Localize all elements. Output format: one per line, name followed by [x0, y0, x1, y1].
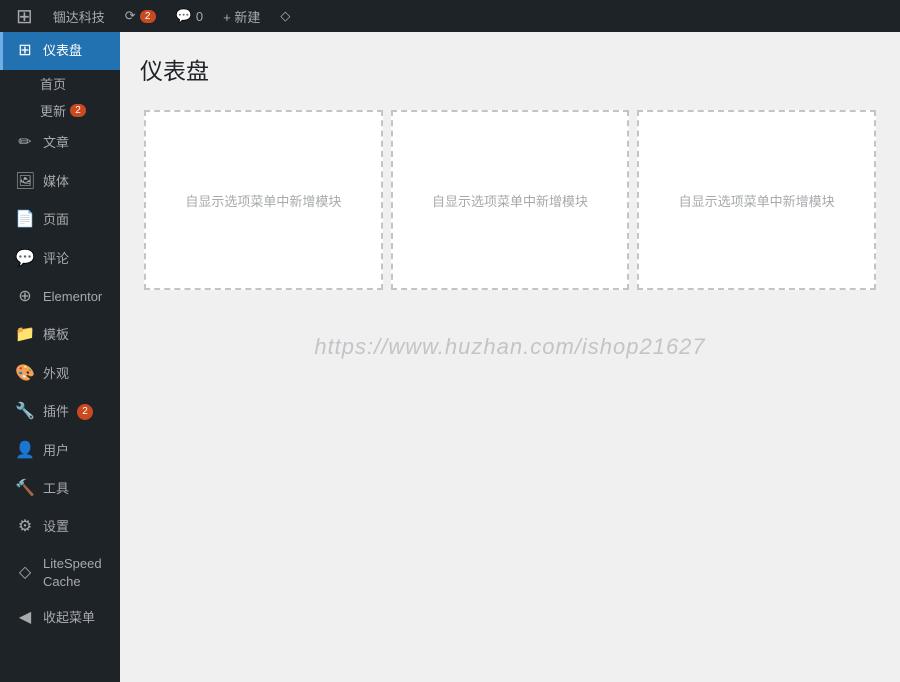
widget-column-3: 自显示选项菜单中新增模块: [633, 106, 880, 294]
new-content-label: + 新建: [223, 7, 260, 26]
sidebar-item-settings[interactable]: ⚙ 设置: [0, 508, 120, 546]
widgets-container: 自显示选项菜单中新增模块 自显示选项菜单中新增模块 自显示选项菜单中新增模块: [140, 106, 880, 294]
sidebar-item-collapse-label: 收起菜单: [43, 609, 95, 627]
sidebar-item-templates-label: 模板: [43, 326, 69, 344]
widget-column-1: 自显示选项菜单中新增模块: [140, 106, 387, 294]
updates-sub-badge: 2: [70, 104, 86, 117]
wp-logo-icon: ⊞: [16, 4, 33, 29]
appearance-icon: 🎨: [15, 363, 35, 385]
sidebar-item-posts-label: 文章: [43, 134, 69, 152]
wp-logo-button[interactable]: ⊞: [8, 0, 41, 32]
tools-icon: 🔨: [15, 478, 35, 500]
sidebar-item-elementor[interactable]: ⊕ Elementor: [0, 278, 120, 316]
sidebar-item-tools[interactable]: 🔨 工具: [0, 470, 120, 508]
sidebar-item-dashboard[interactable]: ⊞ 仪表盘: [0, 32, 120, 70]
sidebar-item-templates[interactable]: 📁 模板: [0, 316, 120, 354]
sidebar-item-collapse[interactable]: ◀ 收起菜单: [0, 599, 120, 637]
sidebar-item-pages[interactable]: 📄 页面: [0, 201, 120, 239]
sidebar-item-media[interactable]: 🖼 媒体: [0, 163, 120, 201]
sidebar-sub-updates[interactable]: 更新 2: [0, 97, 120, 124]
admin-bar: ⊞ 锢达科技 ⟳ 2 💬 0 + 新建 ◇: [0, 0, 900, 32]
elementor-icon: ⊕: [15, 286, 35, 308]
litespeed-icon: ◇: [15, 562, 35, 584]
widget-placeholder-2[interactable]: 自显示选项菜单中新增模块: [391, 110, 630, 290]
plugins-badge: 2: [77, 404, 93, 420]
comments-sidebar-icon: 💬: [15, 248, 35, 270]
sidebar-item-tools-label: 工具: [43, 480, 69, 498]
pages-icon: 📄: [15, 209, 35, 231]
watermark: https://www.huzhan.com/ishop21627: [140, 334, 880, 360]
sidebar-item-users[interactable]: 👤 用户: [0, 432, 120, 470]
sidebar-item-elementor-label: Elementor: [43, 288, 102, 306]
widget-placeholder-1[interactable]: 自显示选项菜单中新增模块: [144, 110, 383, 290]
users-icon: 👤: [15, 440, 35, 462]
content-area: 仪表盘 自显示选项菜单中新增模块 自显示选项菜单中新增模块 自显示选项菜单中新增…: [120, 32, 900, 682]
sidebar: ⊞ 仪表盘 首页 更新 2 ✏ 文章 🖼 媒体 📄 页面 💬 评论 ⊕: [0, 32, 120, 682]
dashboard-icon: ⊞: [15, 40, 35, 62]
updates-button[interactable]: ⟳ 2: [117, 0, 164, 32]
sidebar-item-users-label: 用户: [43, 442, 69, 460]
widget-placeholder-3[interactable]: 自显示选项菜单中新增模块: [637, 110, 876, 290]
updates-badge: 2: [140, 10, 156, 23]
sidebar-item-pages-label: 页面: [43, 211, 69, 229]
main-layout: ⊞ 仪表盘 首页 更新 2 ✏ 文章 🖼 媒体 📄 页面 💬 评论 ⊕: [0, 32, 900, 682]
sidebar-item-appearance-label: 外观: [43, 365, 69, 383]
widget-placeholder-1-label: 自显示选项菜单中新增模块: [185, 191, 341, 210]
comments-button[interactable]: 💬 0: [168, 0, 211, 32]
widget-placeholder-3-label: 自显示选项菜单中新增模块: [679, 191, 835, 210]
updates-icon: ⟳: [125, 8, 136, 24]
sidebar-item-posts[interactable]: ✏ 文章: [0, 124, 120, 162]
sidebar-item-plugins-label: 插件: [43, 403, 69, 421]
updates-label: 更新: [40, 101, 66, 120]
widget-placeholder-2-label: 自显示选项菜单中新增模块: [432, 191, 588, 210]
sidebar-item-comments[interactable]: 💬 评论: [0, 240, 120, 278]
sidebar-item-dashboard-label: 仪表盘: [43, 42, 82, 60]
sidebar-item-litespeed-label: LiteSpeed Cache: [43, 555, 108, 591]
watermark-text: https://www.huzhan.com/ishop21627: [314, 334, 705, 359]
customize-button[interactable]: ◇: [272, 0, 298, 32]
sidebar-sub-home[interactable]: 首页: [0, 70, 120, 97]
settings-icon: ⚙: [15, 516, 35, 538]
customize-icon: ◇: [280, 8, 290, 24]
posts-icon: ✏: [15, 132, 35, 154]
site-name-label: 锢达科技: [53, 7, 105, 26]
plugins-icon: 🔧: [15, 401, 35, 423]
templates-icon: 📁: [15, 324, 35, 346]
comments-icon: 💬: [176, 8, 192, 24]
sidebar-item-appearance[interactable]: 🎨 外观: [0, 355, 120, 393]
sidebar-item-plugins[interactable]: 🔧 插件 2: [0, 393, 120, 431]
new-content-button[interactable]: + 新建: [215, 0, 268, 32]
site-name-button[interactable]: 锢达科技: [45, 0, 113, 32]
widget-column-2: 自显示选项菜单中新增模块: [387, 106, 634, 294]
media-icon: 🖼: [15, 171, 35, 193]
home-label: 首页: [40, 74, 66, 93]
collapse-icon: ◀: [15, 607, 35, 629]
page-title: 仪表盘: [140, 52, 880, 86]
comments-count: 0: [196, 9, 203, 24]
sidebar-item-settings-label: 设置: [43, 518, 69, 536]
sidebar-item-comments-label: 评论: [43, 250, 69, 268]
sidebar-item-litespeed[interactable]: ◇ LiteSpeed Cache: [0, 547, 120, 599]
sidebar-item-media-label: 媒体: [43, 173, 69, 191]
